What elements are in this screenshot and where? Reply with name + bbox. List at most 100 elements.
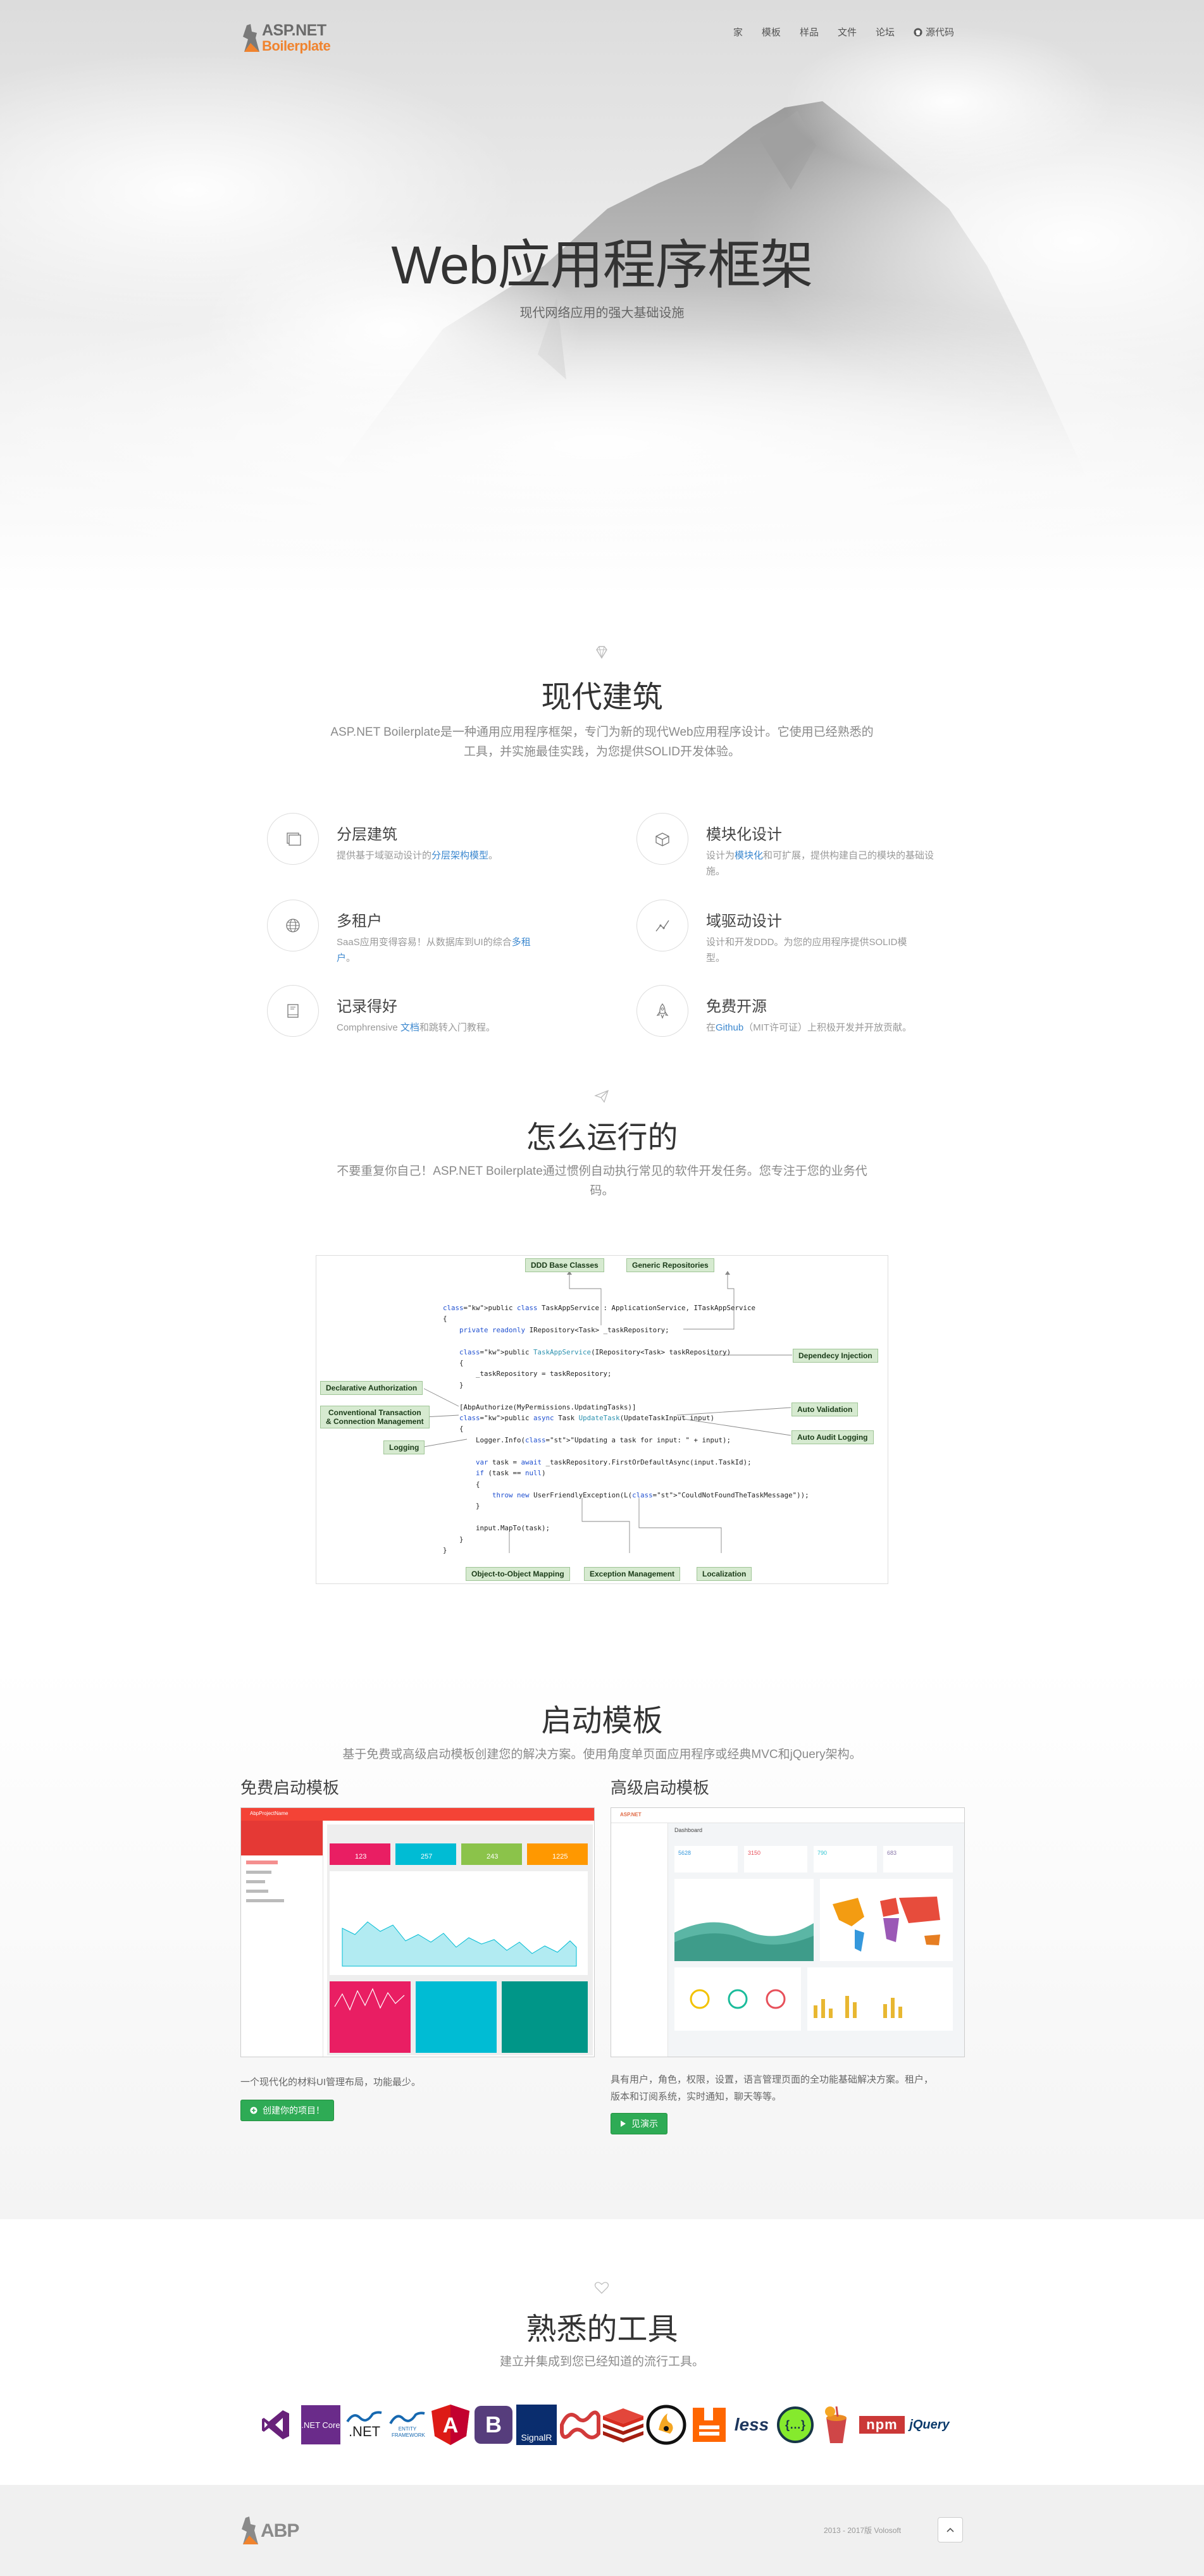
screenshot-stat-card: 243 — [461, 1843, 522, 1865]
feature-text-part: 提供基于域驱动设计的 — [337, 850, 432, 861]
screenshot-wave-graphic — [674, 1922, 814, 1961]
rabbitmq-icon — [690, 2403, 729, 2447]
premium-template-description-line1: 具有用户，角色，权限，设置，语言管理页面的全功能基础解决方案。租户， — [611, 2074, 934, 2085]
chevron-up-icon — [946, 2527, 954, 2532]
feature-text-part: 在 — [706, 1022, 716, 1033]
feature-modular-design: 模块化设计 设计为模块化和可扩展，提供构建自己的模块的基础设施。 — [636, 813, 965, 882]
layers-icon — [287, 833, 301, 846]
code-line: class="kw">public async Task UpdateTask(… — [459, 1414, 715, 1423]
code-line: _taskRepository = taskRepository; — [443, 1370, 612, 1378]
source-code-label: 源代码 — [925, 27, 954, 38]
see-demo-button[interactable]: 见演示 — [611, 2113, 667, 2134]
tag-auto-validation: Auto Validation — [791, 1403, 859, 1416]
templates-section: 启动模板 基于免费或高级启动模板创建您的解决方案。使用角度单页面应用程序或经典M… — [0, 1664, 1204, 2219]
feature-link[interactable]: 文档 — [400, 1022, 419, 1033]
premium-template-description-line2: 版本和订阅系统，实时通知，聊天等等。 — [611, 2091, 782, 2102]
menu-item-forum[interactable]: 论坛 — [876, 25, 895, 39]
screenshot-wave-chart — [674, 1879, 814, 1961]
tag-line: Conventional Transaction — [328, 1408, 421, 1417]
screenshot-stat-card: 683 — [883, 1846, 953, 1873]
logo[interactable]: ASP.NET Boilerplate — [242, 19, 343, 56]
code-line: } — [443, 1380, 464, 1389]
microsoft-net-icon: .NET — [345, 2403, 383, 2447]
free-template-screenshot[interactable]: AbpProjectName 123 257 243 1225 — [240, 1807, 595, 2057]
code-line: class="kw">public TaskAppService(IReposi… — [459, 1347, 731, 1356]
dotnet-core-icon: .NET Core — [301, 2403, 340, 2447]
code-listing: class="kw">public class TaskAppService :… — [443, 1303, 809, 1556]
menu-item-samples[interactable]: 样品 — [800, 25, 819, 39]
redis-icon — [602, 2403, 645, 2447]
entity-framework-label: ENTITY FRAMEWORK — [392, 2426, 425, 2438]
create-project-button[interactable]: 创建你的项目！ — [240, 2100, 334, 2121]
npm-icon: npm — [858, 2403, 906, 2447]
angular-icon: A — [430, 2403, 471, 2447]
menu-item-documents[interactable]: 文件 — [838, 25, 857, 39]
feature-text-part: Comphrensive — [337, 1022, 400, 1033]
screenshot-stat-card: 3150 — [744, 1846, 807, 1873]
screenshot-gauges — [674, 1967, 801, 2031]
screenshot-page-title: Dashboard — [674, 1827, 703, 1833]
code-line: private readonly IRepository<Task> _task… — [459, 1325, 669, 1334]
main-menu: 家 模板 样品 文件 论坛 源代码 — [714, 25, 954, 39]
screenshot-menu-item — [246, 1880, 265, 1883]
footer-logo[interactable]: ABP — [242, 2511, 299, 2551]
angular-letter: A — [443, 2413, 459, 2437]
feature-free-open-source: 免费开源 在Github（MIT许可证）上积极开发并开放贡献。 — [636, 985, 965, 1055]
menu-item-source-code[interactable]: 源代码 — [914, 25, 954, 39]
paper-plane-icon — [594, 1089, 609, 1103]
how-it-works-description-line1: 不要重复你自己！ASP.NET Boilerplate通过惯例自动执行常见的软件… — [337, 1165, 867, 1178]
book-icon — [287, 1004, 299, 1018]
navbar: ASP.NET Boilerplate 家 模板 样品 文件 论坛 源代码 — [0, 0, 1204, 63]
swagger-label: {…} — [777, 2406, 814, 2443]
screenshot-area-chart-graphic — [342, 1921, 577, 1967]
feature-icon-circle — [267, 813, 319, 865]
gulp-icon — [817, 2403, 855, 2447]
feature-icon-circle — [636, 900, 688, 951]
feature-text: 在Github（MIT许可证）上积极开发并开放贡献。 — [706, 1020, 915, 1036]
screenshot-world-map-graphic — [833, 1897, 940, 1952]
tag-line: & Connection Management — [326, 1417, 424, 1426]
tool-logos: .NET Core .NET ENTITY FRAMEWORK A B Sign… — [232, 2403, 972, 2453]
feature-well-documented: 记录得好 Comphrensive 文档和跳转入门教程。 — [267, 985, 596, 1055]
chart-line-icon — [655, 920, 669, 932]
feature-link[interactable]: 模块化 — [735, 850, 763, 861]
feature-link[interactable]: 分层架构模型 — [431, 850, 488, 861]
architecture-description-line1: ASP.NET Boilerplate是一种通用应用程序框架，专门为新的现代We… — [330, 726, 874, 739]
feature-icon-circle — [267, 900, 319, 951]
feature-link[interactable]: Github — [716, 1022, 743, 1033]
menu-item-home[interactable]: 家 — [733, 25, 743, 39]
free-template-description: 一个现代化的材料UI管理布局，功能最少。 — [240, 2077, 421, 2088]
feature-title: 分层建筑 — [337, 826, 397, 843]
feature-title: 免费开源 — [706, 998, 767, 1015]
screenshot-cyan-card — [416, 1981, 497, 2053]
hero-subtitle: 现代网络应用的强大基础设施 — [519, 306, 685, 320]
tag-declarative-authorization: Declarative Authorization — [320, 1381, 423, 1395]
screenshot-sidebar — [241, 1821, 323, 2057]
footer-logo-text: ABP — [261, 2520, 299, 2541]
menu-item-templates[interactable]: 模板 — [762, 25, 781, 39]
code-line: throw new UserFriendlyException(L(class=… — [492, 1490, 809, 1499]
tools-description: 建立并集成到您已经知道的流行工具。 — [499, 2355, 704, 2369]
feature-text-part: SaaS应用变得容易！从数据库到UI的综合 — [337, 937, 512, 948]
tag-object-mapping: Object-to-Object Mapping — [466, 1567, 570, 1581]
tag-auto-audit-logging: Auto Audit Logging — [791, 1430, 874, 1444]
feature-text-part: （MIT许可证）上积极开发并开放贡献。 — [743, 1022, 912, 1033]
play-icon — [621, 2121, 626, 2127]
feature-text-part: 设计为 — [706, 850, 735, 861]
feature-text: Comphrensive 文档和跳转入门教程。 — [337, 1020, 583, 1036]
code-line: Logger.Info(class="st">"Updating a task … — [443, 1435, 731, 1444]
code-line: { — [443, 1315, 447, 1323]
npm-label: npm — [859, 2416, 905, 2434]
feature-title: 记录得好 — [337, 998, 397, 1015]
premium-template-screenshot[interactable]: ASP.NET Dashboard 5628 3150 790 683 — [611, 1807, 965, 2057]
feature-text: 设计和开发DDD。为您的应用程序提供SOLID模型。 — [706, 934, 921, 966]
feature-title: 多租户 — [337, 913, 382, 930]
scroll-to-top-button[interactable] — [938, 2517, 963, 2542]
screenshot-user-panel — [241, 1821, 323, 1855]
screenshot-brand: ASP.NET — [620, 1812, 642, 1817]
less-label: less — [734, 2415, 769, 2434]
feature-text-part: 和跳转入门教程。 — [419, 1022, 495, 1033]
code-line: { — [443, 1359, 464, 1368]
